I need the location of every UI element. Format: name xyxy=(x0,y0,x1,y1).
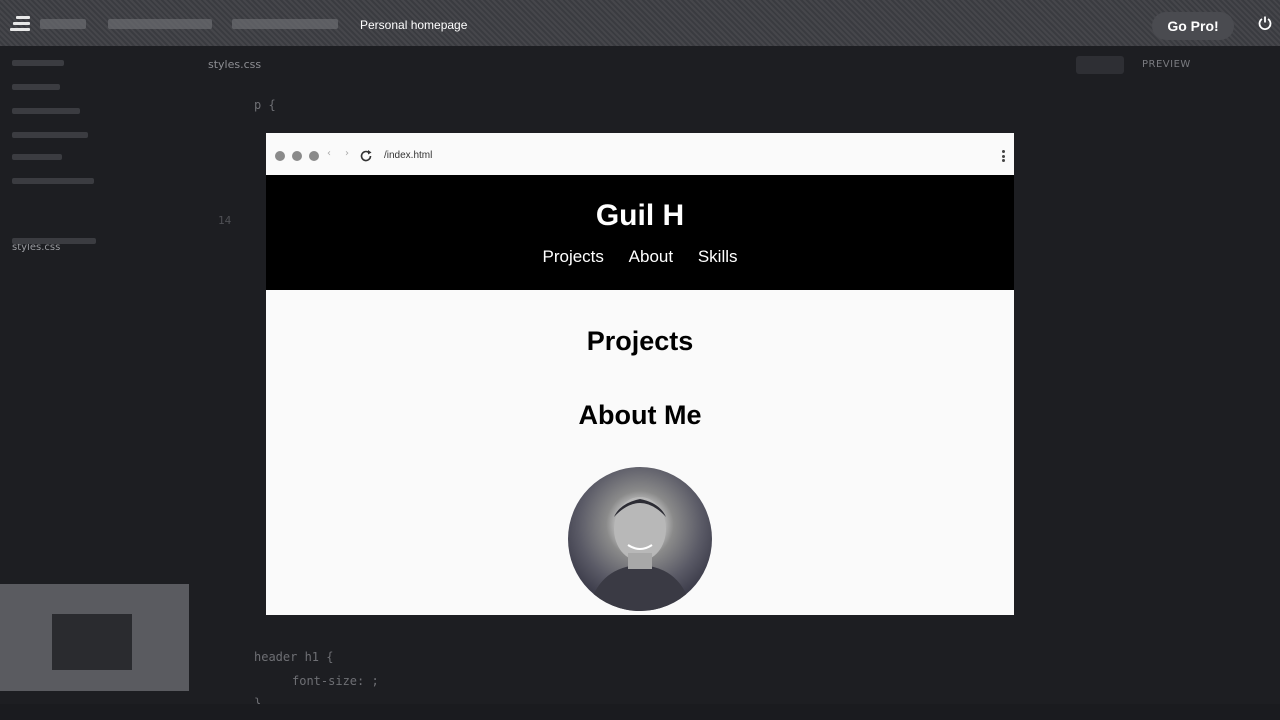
logo-icon[interactable] xyxy=(10,16,30,32)
profile-photo-figure xyxy=(588,497,692,611)
profile-photo xyxy=(568,467,712,611)
top-bar: Personal homepage Go Pro! xyxy=(0,0,1280,46)
sidebar-item[interactable] xyxy=(12,84,60,90)
forward-arrow-icon[interactable]: › xyxy=(345,148,349,159)
sidebar-item[interactable] xyxy=(12,238,96,244)
about-heading: About Me xyxy=(578,400,702,430)
go-pro-button[interactable]: Go Pro! xyxy=(1152,12,1234,40)
browser-url-bar: ‹ › /index.html xyxy=(266,133,1014,176)
site-nav: Projects About Skills xyxy=(266,247,1014,267)
sidebar-item[interactable] xyxy=(12,60,64,66)
code-line: p { xyxy=(254,98,276,112)
reload-icon[interactable] xyxy=(359,149,373,163)
window-control-icon[interactable] xyxy=(309,151,319,161)
url-field[interactable]: /index.html xyxy=(384,150,432,161)
sidebar-item[interactable] xyxy=(12,132,88,138)
code-line: header h1 { xyxy=(254,650,334,664)
line-number: 14 xyxy=(218,214,232,227)
breadcrumb-item[interactable] xyxy=(108,19,212,29)
nav-link-skills[interactable]: Skills xyxy=(698,247,738,266)
browser-preview-window: ‹ › /index.html Guil H Projects About Sk… xyxy=(266,133,1014,615)
window-control-icon[interactable] xyxy=(292,151,302,161)
preview-button[interactable]: PREVIEW xyxy=(1142,59,1191,70)
kebab-menu-icon[interactable] xyxy=(1002,150,1005,162)
site-title: Guil H xyxy=(595,199,685,232)
window-control-icon[interactable] xyxy=(275,151,285,161)
breadcrumb-item[interactable] xyxy=(40,19,86,29)
file-sidebar: styles.css xyxy=(0,46,190,586)
power-icon[interactable] xyxy=(1258,16,1272,30)
code-line: font-size: ; xyxy=(292,674,379,688)
bottom-bar xyxy=(0,704,1280,720)
site-header: Guil H Projects About Skills xyxy=(266,175,1014,290)
breadcrumb-item[interactable] xyxy=(232,19,338,29)
nav-link-projects[interactable]: Projects xyxy=(543,247,604,266)
webcam-screen xyxy=(52,614,132,670)
sidebar-item[interactable] xyxy=(12,108,80,114)
editor-file-tab[interactable]: styles.css xyxy=(208,58,261,71)
run-button[interactable] xyxy=(1076,56,1124,74)
sidebar-item[interactable] xyxy=(12,178,94,184)
sidebar-item[interactable] xyxy=(12,154,62,160)
project-title[interactable]: Personal homepage xyxy=(360,18,467,32)
projects-heading: Projects xyxy=(586,326,694,356)
webcam-thumbnail xyxy=(0,584,189,691)
back-arrow-icon[interactable]: ‹ xyxy=(327,148,331,159)
nav-link-about[interactable]: About xyxy=(629,247,673,266)
